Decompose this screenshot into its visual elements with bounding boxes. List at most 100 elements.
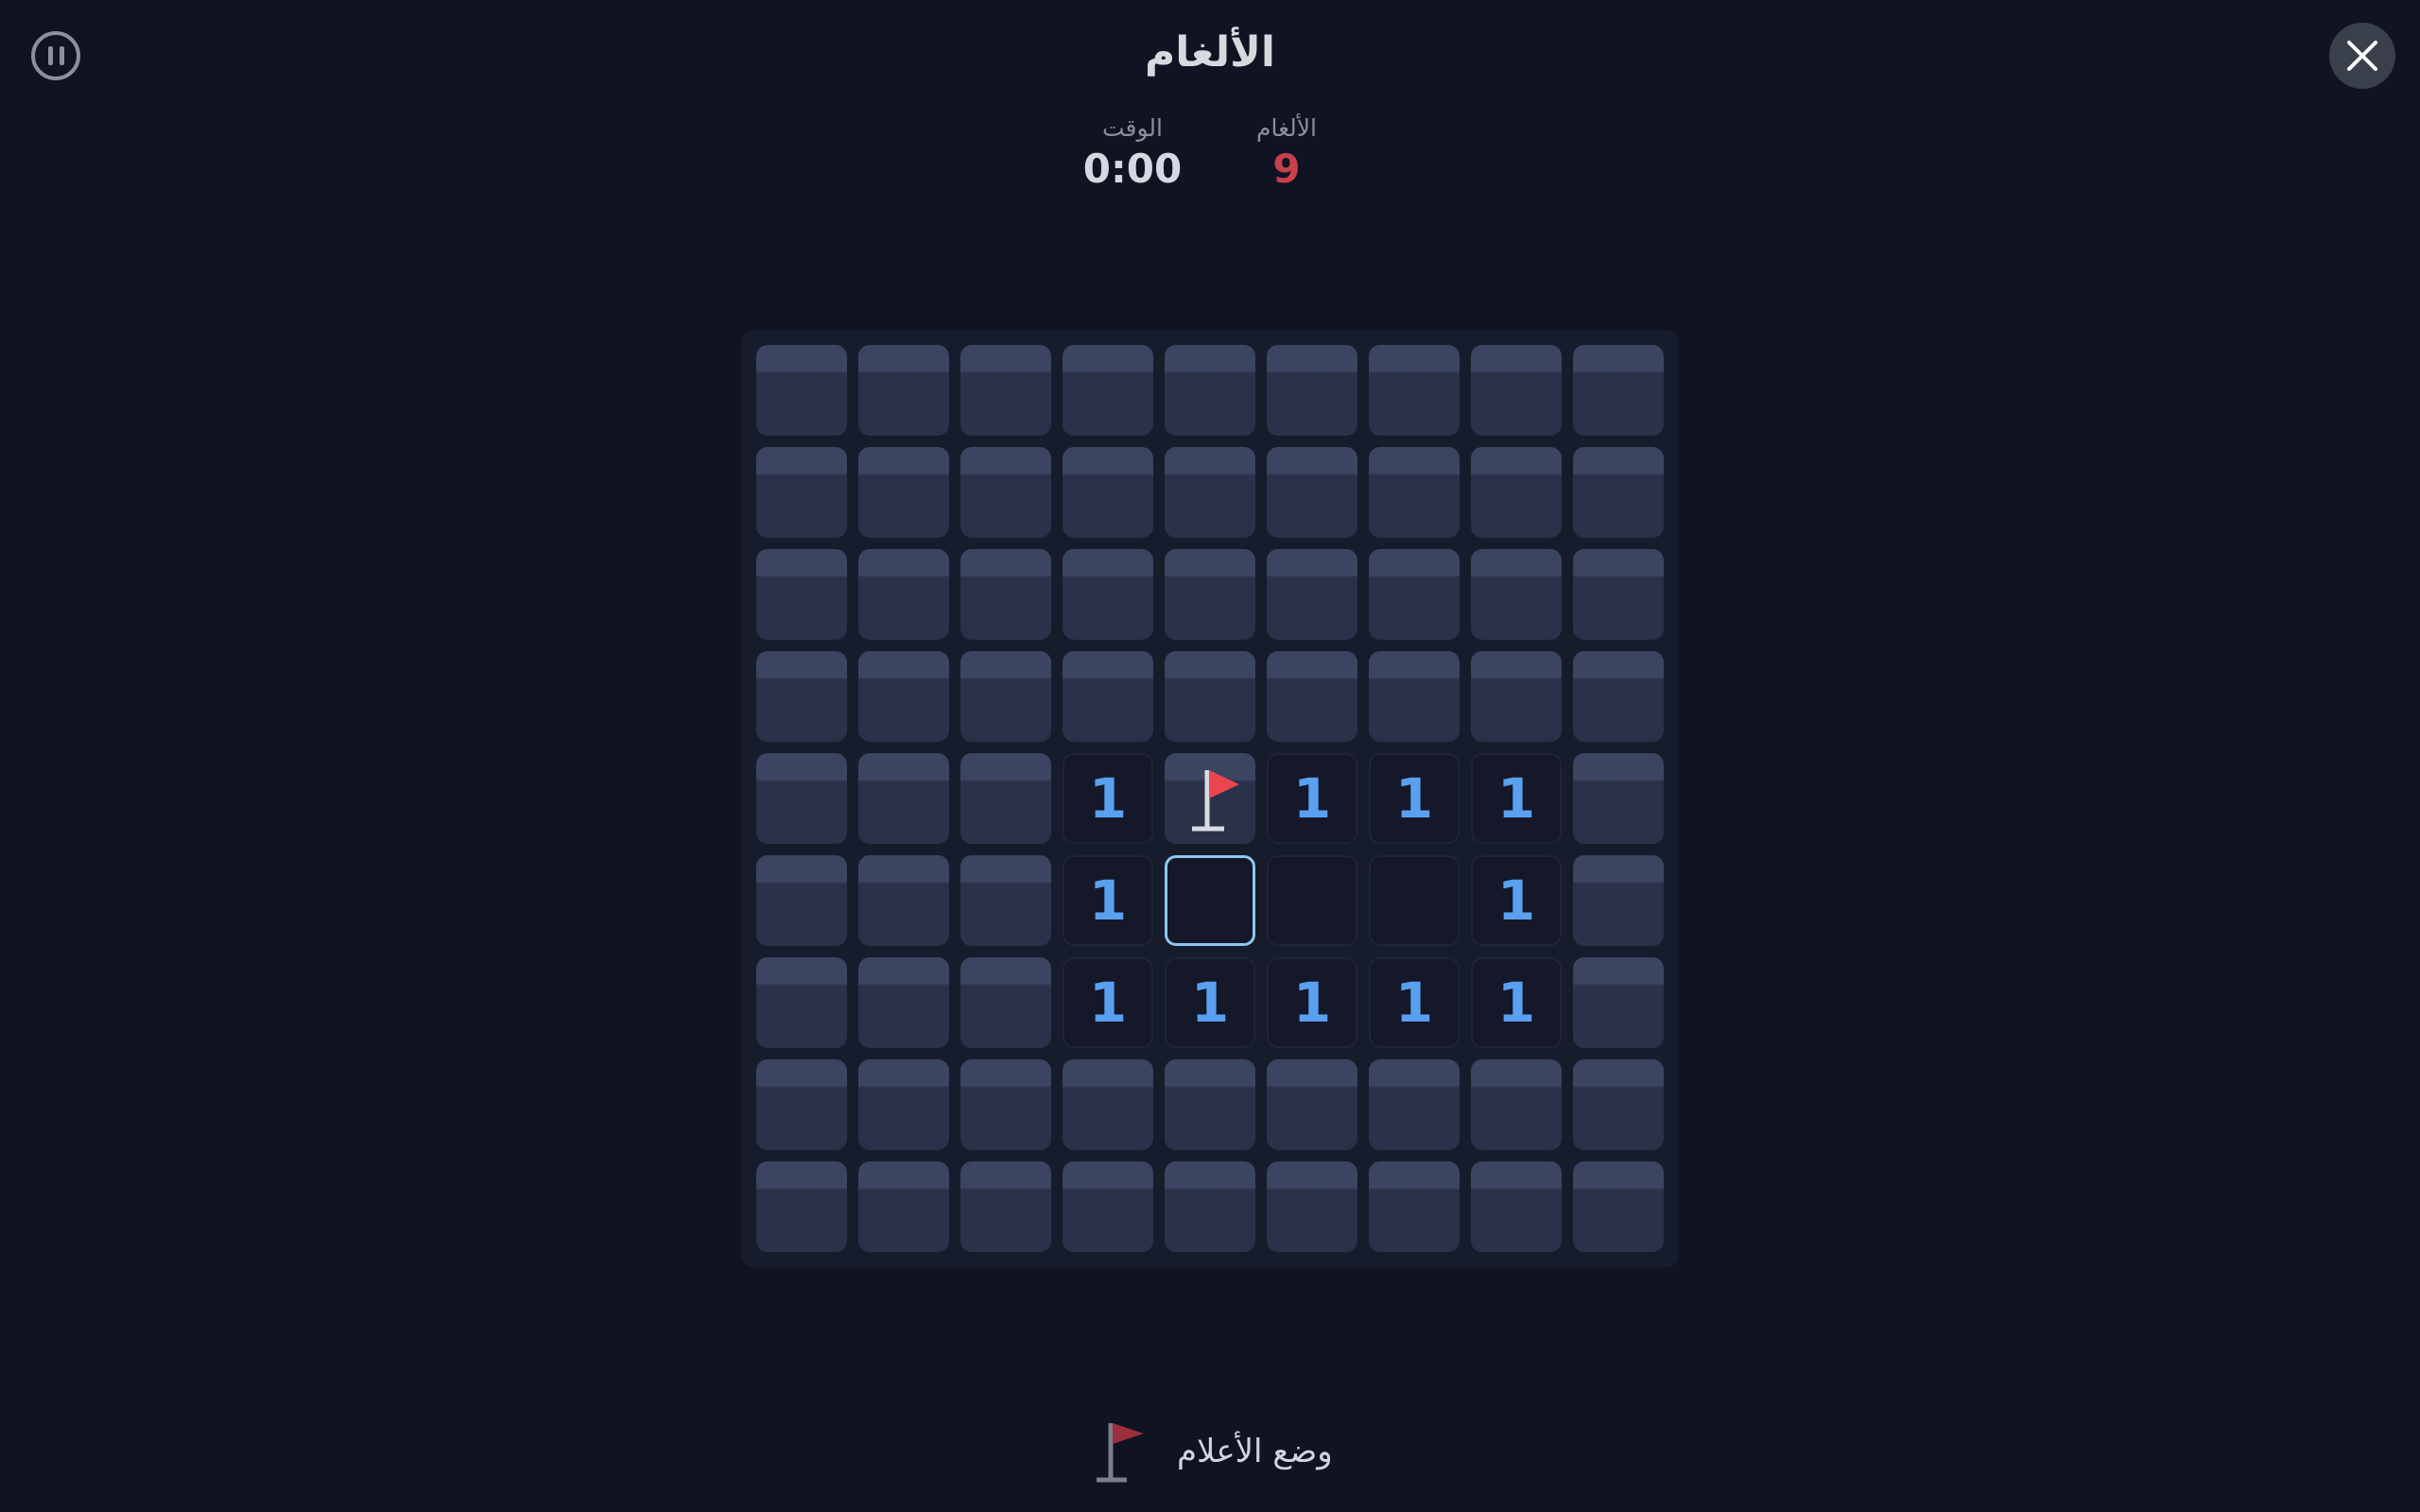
cell-number: 1 [1292,971,1332,1035]
covered-cell[interactable] [1369,447,1460,538]
covered-cell[interactable] [1573,1161,1664,1252]
covered-cell[interactable] [1165,447,1255,538]
covered-cell[interactable] [756,855,847,946]
covered-cell[interactable] [1573,549,1664,640]
covered-cell[interactable] [1471,447,1562,538]
covered-cell[interactable] [1369,1161,1460,1252]
covered-cell[interactable] [960,1059,1051,1150]
covered-cell[interactable] [1573,753,1664,844]
covered-cell[interactable] [960,957,1051,1048]
number-cell[interactable]: 1 [1369,957,1460,1048]
covered-cell[interactable] [1063,549,1153,640]
covered-cell[interactable] [960,855,1051,946]
covered-cell[interactable] [1267,447,1357,538]
covered-cell[interactable] [1573,345,1664,436]
cell-number: 1 [1496,971,1536,1035]
covered-cell[interactable] [756,1059,847,1150]
cell-number: 1 [1088,868,1128,933]
cell-number: 1 [1394,971,1434,1035]
covered-cell[interactable] [1165,345,1255,436]
number-cell[interactable]: 1 [1165,957,1255,1048]
covered-cell[interactable] [1471,345,1562,436]
covered-cell[interactable] [1165,651,1255,742]
covered-cell[interactable] [1063,1059,1153,1150]
covered-cell[interactable] [1267,1161,1357,1252]
cell-number: 1 [1394,766,1434,831]
covered-cell[interactable] [1267,345,1357,436]
page-title: الألغام [1145,28,1275,77]
number-cell[interactable]: 1 [1267,753,1357,844]
covered-cell[interactable] [1471,1059,1562,1150]
covered-cell[interactable] [756,447,847,538]
cell-number: 1 [1190,971,1230,1035]
covered-cell[interactable] [1267,651,1357,742]
covered-cell[interactable] [1573,957,1664,1048]
flag-mode-label: وضع الأعلام [1177,1433,1333,1470]
covered-cell[interactable] [1573,447,1664,538]
number-cell[interactable]: 1 [1063,753,1153,844]
covered-cell[interactable] [960,1161,1051,1252]
cell-number: 1 [1088,766,1128,831]
covered-cell[interactable] [1063,1161,1153,1252]
covered-cell[interactable] [1471,1161,1562,1252]
covered-cell[interactable] [1267,1059,1357,1150]
covered-cell[interactable] [960,753,1051,844]
covered-cell[interactable] [960,447,1051,538]
covered-cell[interactable] [756,549,847,640]
number-cell[interactable]: 1 [1471,753,1562,844]
covered-cell[interactable] [1063,345,1153,436]
covered-cell[interactable] [1471,651,1562,742]
number-cell[interactable]: 1 [1063,855,1153,946]
cell-number: 1 [1088,971,1128,1035]
covered-cell[interactable] [858,345,949,436]
number-cell[interactable]: 1 [1267,957,1357,1048]
covered-cell[interactable] [756,753,847,844]
close-button[interactable] [2329,23,2395,89]
covered-cell[interactable] [858,447,949,538]
number-cell[interactable]: 1 [1471,957,1562,1048]
empty-cell[interactable] [1267,855,1357,946]
covered-cell[interactable] [858,753,949,844]
covered-cell[interactable] [1369,345,1460,436]
selected-cell[interactable] [1165,855,1255,946]
covered-cell[interactable] [756,1161,847,1252]
covered-cell[interactable] [756,957,847,1048]
flagged-cell[interactable] [1165,753,1255,844]
covered-cell[interactable] [1369,1059,1460,1150]
game-board: 11111111111 [741,330,1679,1267]
covered-cell[interactable] [858,957,949,1048]
covered-cell[interactable] [960,549,1051,640]
covered-cell[interactable] [858,1059,949,1150]
covered-cell[interactable] [960,345,1051,436]
covered-cell[interactable] [1369,651,1460,742]
number-cell[interactable]: 1 [1063,957,1153,1048]
covered-cell[interactable] [1369,549,1460,640]
cell-number: 1 [1496,868,1536,933]
number-cell[interactable]: 1 [1369,753,1460,844]
covered-cell[interactable] [960,651,1051,742]
cell-number: 1 [1496,766,1536,831]
cell-number: 1 [1292,766,1332,831]
covered-cell[interactable] [1573,855,1664,946]
covered-cell[interactable] [1471,549,1562,640]
covered-cell[interactable] [1165,1161,1255,1252]
flag-icon [1192,770,1239,832]
flag-mode-toggle[interactable]: وضع الأعلام [1087,1418,1333,1486]
mines-count: 9 [1272,146,1301,192]
covered-cell[interactable] [1063,651,1153,742]
covered-cell[interactable] [756,651,847,742]
covered-cell[interactable] [1165,1059,1255,1150]
covered-cell[interactable] [1573,651,1664,742]
covered-cell[interactable] [1573,1059,1664,1150]
covered-cell[interactable] [1063,447,1153,538]
number-cell[interactable]: 1 [1471,855,1562,946]
minesweeper-app: الألغام الوقت 0:00 الألغام 9 11111111111… [0,0,2420,1512]
covered-cell[interactable] [1267,549,1357,640]
covered-cell[interactable] [858,855,949,946]
covered-cell[interactable] [1165,549,1255,640]
covered-cell[interactable] [858,1161,949,1252]
covered-cell[interactable] [858,651,949,742]
empty-cell[interactable] [1369,855,1460,946]
covered-cell[interactable] [858,549,949,640]
covered-cell[interactable] [756,345,847,436]
